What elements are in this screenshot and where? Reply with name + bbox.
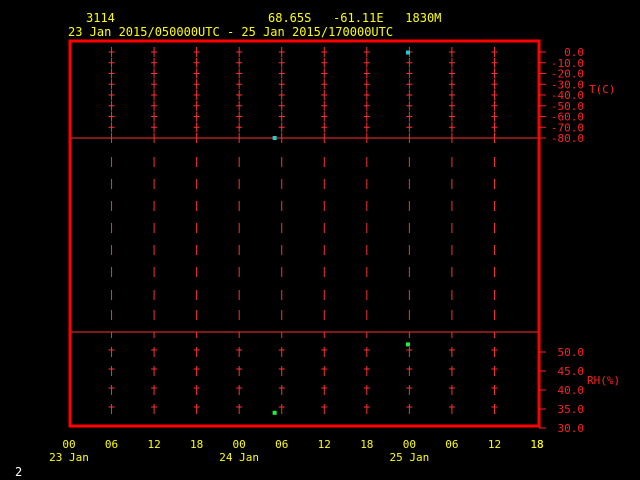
meteogram-chart: 0.0-10.0-20.0-30.0-40.0-50.0-60.0-70.0-8… [49,39,620,464]
x-tick-label: 18 [360,438,373,451]
temperature-point [272,136,277,140]
x-tick-label: 06 [275,438,288,451]
x-tick-label: 00 [233,438,246,451]
rh-point [272,410,277,415]
x-tick-label: 18 [190,438,203,451]
x-tick-label: 12 [147,438,160,451]
y-tick-label-rh: 40.0 [558,384,585,397]
y-tick-label-temperature: -80.0 [551,132,584,145]
y-tick-label-rh: 35.0 [558,403,585,416]
rh-point [405,342,410,347]
y-tick-label-rh: 30.0 [558,422,585,435]
x-tick-label: 00 [403,438,416,451]
x-tick-label: 06 [105,438,118,451]
x-date-label: 23 Jan [49,451,89,464]
temperature-point [405,50,410,55]
page-number: 2 [15,465,23,479]
y-axis-label-rh: RH(%) [587,374,620,387]
y-axis-label-temperature: T(C) [589,83,616,96]
y-tick-label-rh: 50.0 [558,346,585,359]
y-tick-label-rh: 45.0 [558,365,585,378]
x-tick-label: 18 [530,438,543,451]
x-tick-label: 12 [488,438,501,451]
x-date-label: 25 Jan [389,451,429,464]
x-tick-label: 00 [62,438,75,451]
plot-frame [68,39,541,428]
x-tick-label: 06 [445,438,458,451]
x-tick-label: 12 [318,438,331,451]
x-date-label: 24 Jan [219,451,259,464]
